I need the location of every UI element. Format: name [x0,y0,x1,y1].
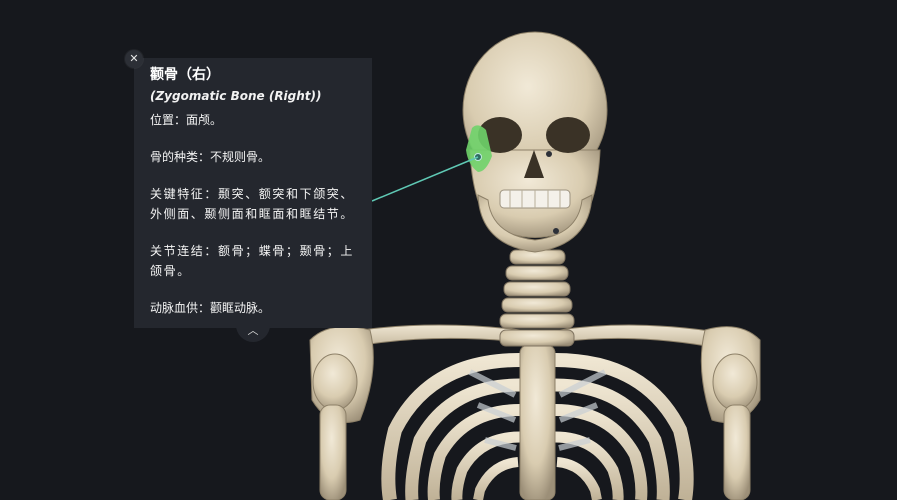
close-icon: ✕ [129,52,139,65]
chevron-up-icon: ︿ [247,324,259,337]
skull[interactable] [462,31,608,253]
bone-articulations: 关节连结：额骨；蝶骨；颞骨；上颌骨。 [150,244,355,278]
landmark-dot[interactable] [553,228,559,234]
rib-cage [381,344,694,500]
bone-subtitle: (Zygomatic Bone (Right)) [150,89,322,103]
bone-title: 颧骨（右） [150,67,220,83]
cervical-spine [499,249,575,347]
bone-location: 位置：面颅。 [150,113,223,127]
bone-arterial-supply: 动脉血供：颧眶动脉。 [150,301,271,315]
landmark-dot[interactable] [546,151,552,157]
bone-key-features: 关键特征：颞突、额突和下颌突、外侧面、颞侧面和眶面和眶结节。 [150,187,355,221]
bone-type: 骨的种类：不规则骨。 [150,150,271,164]
close-panel-button[interactable]: ✕ [125,50,143,68]
leader-line [371,156,479,202]
bone-info-panel: 颧骨（右） (Zygomatic Bone (Right)) 位置：面颅。 骨的… [134,58,372,328]
